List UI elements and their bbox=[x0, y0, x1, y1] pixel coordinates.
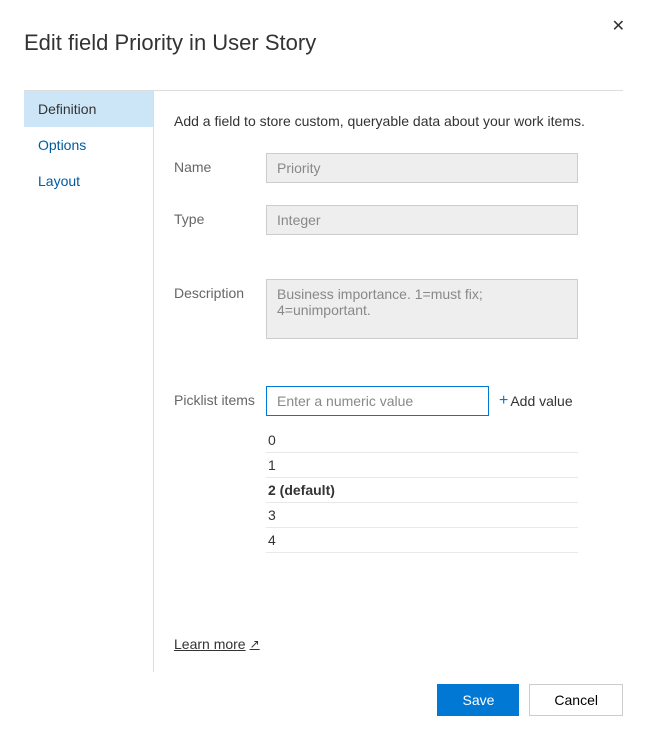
close-button[interactable]: ✕ bbox=[608, 12, 629, 40]
cancel-button[interactable]: Cancel bbox=[529, 684, 623, 716]
picklist-item[interactable]: 1 bbox=[266, 453, 578, 478]
sidebar-item-options[interactable]: Options bbox=[24, 127, 153, 163]
picklist-item[interactable]: 0 bbox=[266, 428, 578, 453]
description-label: Description bbox=[174, 279, 266, 301]
external-link-icon: ↗ bbox=[250, 637, 260, 651]
learn-more-label: Learn more bbox=[174, 636, 246, 652]
picklist-items-list: 0 1 2 (default) 3 4 bbox=[266, 428, 578, 553]
description-input: Business importance. 1=must fix; 4=unimp… bbox=[266, 279, 578, 339]
picklist-label: Picklist items bbox=[174, 386, 266, 408]
picklist-item[interactable]: 3 bbox=[266, 503, 578, 528]
form-row-type: Type bbox=[174, 205, 623, 235]
close-icon: ✕ bbox=[612, 18, 625, 35]
form-row-name: Name bbox=[174, 153, 623, 183]
sidebar-item-label: Layout bbox=[38, 173, 80, 189]
name-input bbox=[266, 153, 578, 183]
main-panel: Add a field to store custom, queryable d… bbox=[154, 91, 623, 672]
picklist-item[interactable]: 4 bbox=[266, 528, 578, 553]
form-row-picklist: Picklist items + Add value 0 1 2 (defaul… bbox=[174, 386, 623, 553]
sidebar-item-definition[interactable]: Definition bbox=[24, 91, 153, 127]
dialog-title: Edit field Priority in User Story bbox=[24, 30, 623, 56]
name-label: Name bbox=[174, 153, 266, 175]
sidebar-item-label: Definition bbox=[38, 101, 96, 117]
picklist-input[interactable] bbox=[266, 386, 489, 416]
form-row-description: Description Business importance. 1=must … bbox=[174, 279, 623, 342]
add-value-button[interactable]: + Add value bbox=[499, 392, 573, 410]
save-button[interactable]: Save bbox=[437, 684, 519, 716]
type-input bbox=[266, 205, 578, 235]
learn-more-link[interactable]: Learn more ↗ bbox=[174, 636, 623, 652]
picklist-item-default[interactable]: 2 (default) bbox=[266, 478, 578, 503]
sidebar: Definition Options Layout bbox=[24, 91, 154, 672]
dialog-footer: Save Cancel bbox=[24, 672, 623, 722]
type-label: Type bbox=[174, 205, 266, 227]
content-area: Definition Options Layout Add a field to… bbox=[24, 90, 623, 672]
sidebar-item-label: Options bbox=[38, 137, 86, 153]
add-value-label: Add value bbox=[510, 393, 572, 409]
intro-text: Add a field to store custom, queryable d… bbox=[174, 113, 623, 129]
plus-icon: + bbox=[499, 392, 508, 410]
edit-field-dialog: ✕ Edit field Priority in User Story Defi… bbox=[0, 0, 647, 742]
sidebar-item-layout[interactable]: Layout bbox=[24, 163, 153, 199]
